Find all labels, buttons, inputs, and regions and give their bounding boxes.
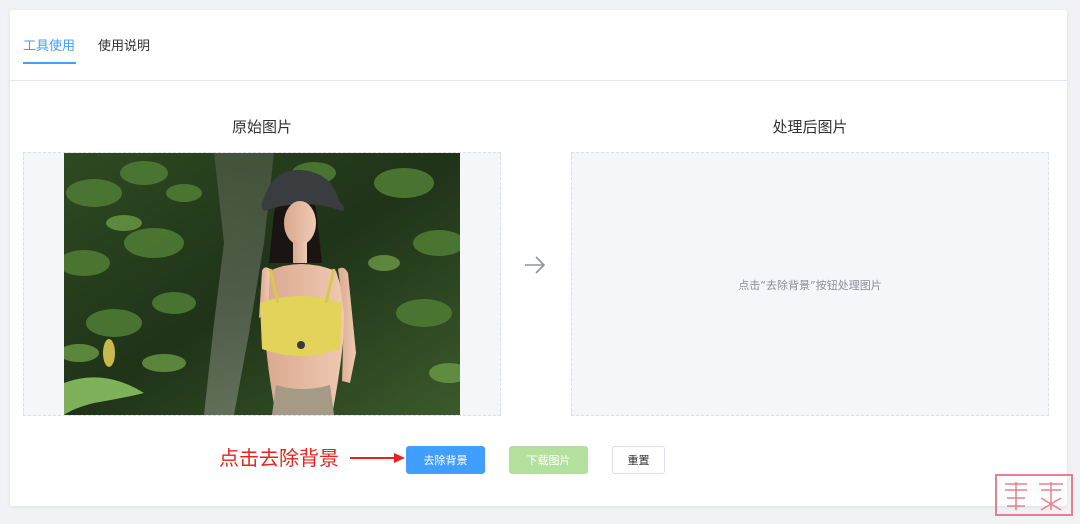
- remove-background-button[interactable]: 去除背景: [406, 446, 485, 474]
- arrow-right-icon: [525, 256, 546, 274]
- processed-placeholder-text: 点击“去除背景”按钮处理图片: [738, 279, 882, 292]
- reset-button[interactable]: 重置: [612, 446, 665, 474]
- processed-image-title: 处理后图片: [772, 118, 848, 136]
- tab-instructions[interactable]: 使用说明: [98, 35, 150, 54]
- original-image-title: 原始图片: [231, 118, 292, 136]
- download-image-button[interactable]: 下载图片: [509, 446, 588, 474]
- annotation-arrow-icon: [350, 453, 405, 463]
- original-photo: [64, 153, 460, 415]
- processed-image-panel: 点击“去除背景”按钮处理图片: [571, 152, 1049, 416]
- annotation-text: 点击去除背景: [219, 446, 339, 470]
- tab-tool-usage[interactable]: 工具使用: [23, 35, 75, 54]
- tabs-divider: [10, 80, 1067, 81]
- watermark-seal: [995, 474, 1073, 516]
- original-image-panel: [23, 152, 501, 416]
- active-tab-indicator: [23, 62, 76, 64]
- tool-card: 工具使用 使用说明 原始图片 处理后图片 点击“去除背景”按钮处理图片 点击去除…: [10, 10, 1067, 506]
